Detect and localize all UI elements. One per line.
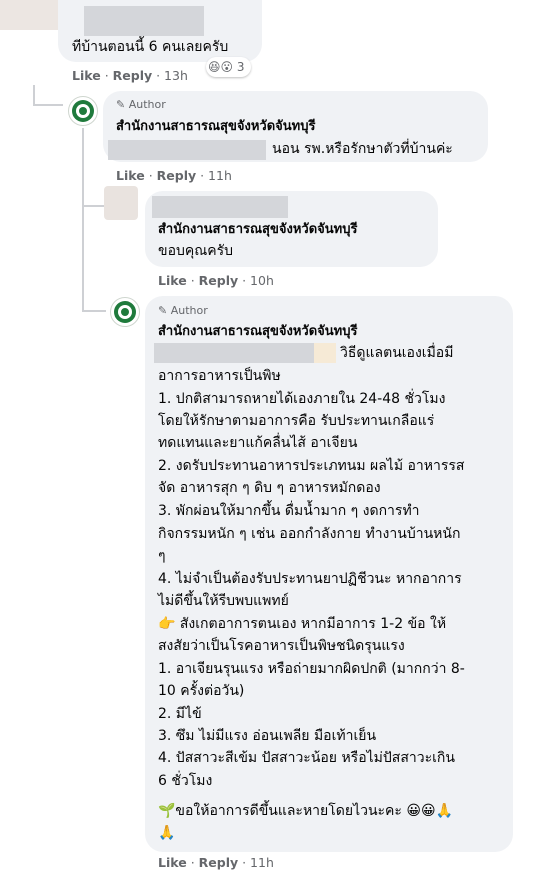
thread-line <box>33 85 35 105</box>
body-line: ไม่ดีขึ้นให้รีบพบแพทย์ <box>158 593 289 609</box>
pencil-icon: ✎ <box>158 304 168 317</box>
body-line: ๆ <box>158 548 166 564</box>
body-line: 1. ปกติสามารถหายได้เองภายใน 24-48 ชั่วโม… <box>158 391 446 407</box>
thread-line <box>82 206 84 311</box>
body-line: 2. งดรับประทานอาหารประเภทนม ผลไม้ อาหารร… <box>158 458 465 474</box>
body-line: ทดแทนและยาแก้คลื่นไส้ อาเจียน <box>158 435 358 451</box>
like-button[interactable]: Like <box>158 273 187 288</box>
comment-time: 11h <box>250 855 274 870</box>
body-line: 10 ครั้งต่อวัน) <box>158 683 245 699</box>
body-line: จัด อาหารสุก ๆ ดิบ ๆ อาหารหมักดอง <box>158 480 381 496</box>
comment-text-2: นอน รพ.หรือรักษาตัวที่บ้านค่ะ <box>272 141 453 157</box>
author-badge: ✎ Author <box>158 304 208 317</box>
blurred-avatar <box>104 186 138 220</box>
body-line: กิจกรรมหนัก ๆ เช่น ออกกำลังกาย ทำงานบ้าน… <box>158 526 461 542</box>
reply-button[interactable]: Reply <box>199 855 238 870</box>
body-line: 4. ปัสสาวะสีเข้ม ปัสสาวะน้อย หรือไม่ปัสส… <box>158 750 455 766</box>
comment-text-3: ขอบคุณครับ <box>158 243 233 259</box>
comment-time: 11h <box>208 168 232 183</box>
reaction-badge[interactable]: 😆😮 3 <box>206 57 251 77</box>
thread-line-branch <box>82 310 106 312</box>
blurred-name <box>84 6 204 36</box>
blurred-mention <box>154 343 314 363</box>
closing-line-2: 🙏 <box>158 825 176 841</box>
blurred-avatar <box>0 0 58 30</box>
body-line: อาการอาหารเป็นพิษ <box>158 368 281 384</box>
like-button[interactable]: Like <box>116 168 145 183</box>
comment-time: 10h <box>250 273 274 288</box>
page-avatar[interactable] <box>68 96 98 126</box>
reply-button[interactable]: Reply <box>113 68 152 83</box>
reaction-count: 3 <box>236 60 245 74</box>
body-line: 1. อาเจียนรุนแรง หรือถ่ายมากผิดปกติ (มาก… <box>158 661 465 677</box>
comment-actions-3: Like · Reply · 10h <box>158 273 274 288</box>
blurred-name <box>152 196 288 218</box>
thread-line-branch <box>82 205 106 207</box>
body-line: สงสัยว่าเป็นโรคอาหารเป็นพิษชนิดรุนแรง <box>158 638 405 654</box>
thread-line-branch <box>33 104 63 106</box>
body-line: 3. ซึม ไม่มีแรง อ่อนเพลีย มือเท้าเย็น <box>158 728 377 744</box>
closing-line: 🌱ขอให้อาการดีขึ้นและหายโดยไวนะคะ 😀😀🙏 <box>158 803 454 819</box>
reply-button[interactable]: Reply <box>199 273 238 288</box>
pencil-icon: ✎ <box>116 98 126 111</box>
reply-button[interactable]: Reply <box>157 168 196 183</box>
comment-text-1: ทีบ้านตอนนี้ 6 คนเลยครับ <box>72 39 229 55</box>
commenter-name[interactable]: สำนักงานสาธารณสุขจังหวัดจันทบุรี <box>158 221 357 239</box>
body-line: วิธีดูแลตนเองเมื่อมี <box>340 345 454 361</box>
blurred-mention-tail <box>314 343 336 363</box>
comment-actions-1: Like · Reply · 13h <box>72 68 188 83</box>
author-badge: ✎ Author <box>116 98 166 111</box>
commenter-name[interactable]: สำนักงานสาธารณสุขจังหวัดจันทบุรี <box>116 118 315 136</box>
haha-icon: 😆😮 <box>208 60 234 74</box>
comment-actions-4: Like · Reply · 11h <box>158 855 274 870</box>
blurred-mention <box>108 140 266 160</box>
comment-time: 13h <box>164 68 188 83</box>
like-button[interactable]: Like <box>72 68 101 83</box>
body-line: 4. ไม่จำเป็นต้องรับประทานยาปฏิชีวนะ หากอ… <box>158 571 462 587</box>
thread-line <box>82 128 84 206</box>
body-line: 3. พักผ่อนให้มากขึ้น ดื่มน้ำมาก ๆ งดการท… <box>158 503 420 519</box>
body-line: โดยให้รักษาตามอาการคือ รับประทานเกลือแร่ <box>158 413 435 429</box>
like-button[interactable]: Like <box>158 855 187 870</box>
body-line: 2. มีไข้ <box>158 706 202 722</box>
comment-actions-2: Like · Reply · 11h <box>116 168 232 183</box>
body-line: 👉 สังเกตอาการตนเอง หากมีอาการ 1-2 ข้อ ให… <box>158 616 447 632</box>
commenter-name[interactable]: สำนักงานสาธารณสุขจังหวัดจันทบุรี <box>158 323 357 341</box>
body-line: 6 ชั่วโมง <box>158 773 213 789</box>
page-avatar[interactable] <box>110 297 140 327</box>
